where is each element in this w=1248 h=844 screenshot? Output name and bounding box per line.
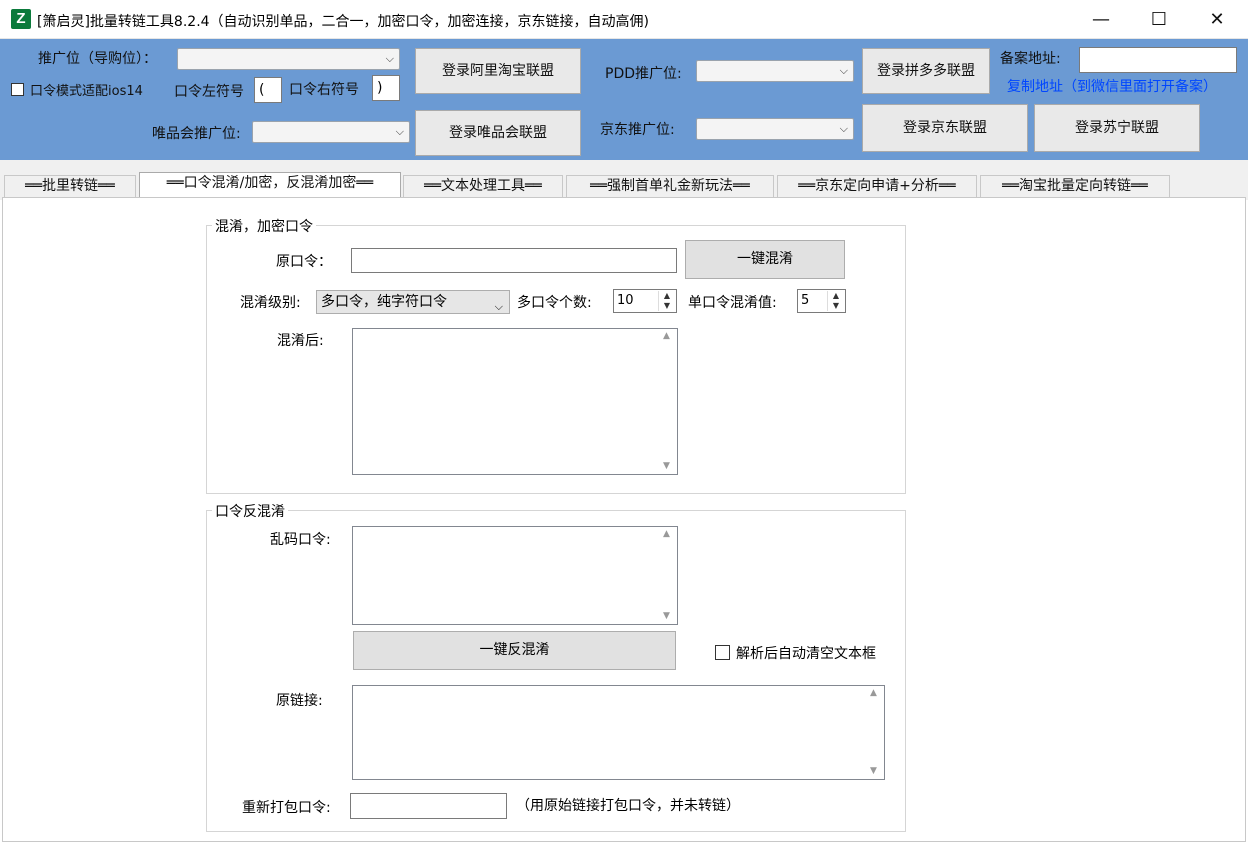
multi-count-label: 多口令个数: [517, 295, 592, 311]
original-link-scrollbar[interactable]: ▲ ▼ [867, 686, 884, 779]
single-value-value: 5 [801, 293, 810, 308]
login-vip-button[interactable]: 登录唯品会联盟 [415, 110, 581, 156]
window-title: [箫启灵]批量转链工具8.2.4（自动识别单品，二合一，加密口令，加密连接，京东… [37, 14, 650, 30]
pdd-slot-label: PDD推广位: [605, 66, 682, 82]
obfuscate-group-title: 混淆，加密口令 [212, 216, 316, 236]
repack-label: 重新打包口令: [242, 800, 331, 816]
app-icon: Z [11, 9, 31, 29]
vip-slot-label: 唯品会推广位: [152, 126, 241, 142]
title-bar: Z [箫启灵]批量转链工具8.2.4（自动识别单品，二合一，加密口令，加密连接，… [0, 0, 1248, 39]
right-symbol-label: 口令右符号 [289, 82, 359, 98]
tab-taobao-targeted[interactable]: ══淘宝批量定向转链══ [980, 175, 1170, 197]
promo-slot-dropdown[interactable]: ⌵ [177, 48, 400, 70]
chevron-down-icon: ⌵ [395, 125, 404, 138]
deobfuscate-button[interactable]: 一键反混淆 [353, 631, 676, 670]
beian-address-input[interactable] [1079, 47, 1237, 73]
ios-mode-checkbox[interactable] [11, 83, 24, 96]
tab-batch-convert[interactable]: ══批里转链══ [4, 175, 136, 197]
minimize-button[interactable]: — [1072, 0, 1130, 39]
single-value-stepper[interactable]: 5 ▲ ▼ [797, 289, 846, 313]
garbled-scrollbar[interactable]: ▲ ▼ [660, 527, 677, 624]
chevron-down-icon: ⌵ [385, 52, 394, 65]
result-scrollbar[interactable]: ▲ ▼ [660, 329, 677, 474]
chevron-down-icon: ⌵ [839, 64, 848, 77]
stepper-down-icon[interactable]: ▼ [828, 301, 844, 311]
auto-clear-checkbox[interactable] [715, 645, 730, 660]
garbled-token-label: 乱码口令: [270, 532, 331, 548]
multi-count-value: 10 [617, 293, 634, 308]
maximize-button[interactable]: ☐ [1130, 0, 1188, 39]
multi-count-stepper[interactable]: 10 ▲ ▼ [613, 289, 677, 313]
stepper-down-icon[interactable]: ▼ [659, 301, 675, 311]
tab-first-order-gift[interactable]: ══强制首单礼金新玩法══ [566, 175, 774, 197]
stepper-buttons[interactable]: ▲ ▼ [827, 291, 844, 311]
original-link-label: 原链接: [276, 693, 323, 709]
left-symbol-input[interactable]: ( [254, 77, 282, 103]
login-suning-button[interactable]: 登录苏宁联盟 [1034, 104, 1200, 152]
result-label: 混淆后: [277, 333, 324, 349]
original-token-input[interactable] [351, 248, 677, 273]
stepper-buttons[interactable]: ▲ ▼ [658, 291, 675, 311]
repack-input[interactable] [350, 793, 507, 819]
jd-slot-dropdown[interactable]: ⌵ [696, 118, 854, 140]
level-value: 多口令，纯字符口令 [321, 294, 447, 310]
garbled-token-textarea[interactable]: ▲ ▼ [352, 526, 678, 625]
left-symbol-label: 口令左符号 [174, 84, 244, 100]
beian-label: 备案地址: [1000, 51, 1061, 67]
tab-token-obfuscate[interactable]: ══口令混淆/加密，反混淆加密══ [139, 172, 401, 198]
pdd-slot-dropdown[interactable]: ⌵ [696, 60, 854, 82]
result-textarea[interactable]: ▲ ▼ [352, 328, 678, 475]
jd-slot-label: 京东推广位: [600, 122, 675, 138]
right-symbol-input[interactable]: ) [372, 75, 400, 101]
copy-address-link[interactable]: 复制地址（到微信里面打开备案） [1007, 76, 1217, 96]
auto-clear-label: 解析后自动清空文本框 [736, 646, 876, 662]
original-link-textarea[interactable]: ▲ ▼ [352, 685, 885, 780]
tab-jd-targeted[interactable]: ══京东定向申请+分析══ [777, 175, 977, 197]
repack-note: （用原始链接打包口令，并未转链） [516, 798, 740, 814]
login-taobao-button[interactable]: 登录阿里淘宝联盟 [415, 48, 581, 94]
chevron-down-icon: ⌵ [494, 300, 503, 313]
single-value-label: 单口令混淆值: [688, 295, 777, 311]
stepper-up-icon[interactable]: ▲ [659, 291, 675, 301]
level-dropdown[interactable]: 多口令，纯字符口令 ⌵ [316, 290, 510, 314]
close-button[interactable]: ✕ [1188, 0, 1246, 39]
obfuscate-button[interactable]: 一键混淆 [685, 240, 845, 279]
login-jd-button[interactable]: 登录京东联盟 [862, 104, 1028, 152]
deobfuscate-group-title: 口令反混淆 [212, 501, 288, 521]
chevron-down-icon: ⌵ [839, 122, 848, 135]
login-pdd-button[interactable]: 登录拼多多联盟 [862, 48, 990, 94]
level-label: 混淆级别: [240, 295, 301, 311]
stepper-up-icon[interactable]: ▲ [828, 291, 844, 301]
original-token-label: 原口令： [276, 254, 332, 270]
promo-slot-label: 推广位（导购位）： [38, 51, 157, 67]
tab-text-tools[interactable]: ══文本处理工具══ [403, 175, 563, 197]
ios-mode-label: 口令模式适配ios14 [30, 84, 143, 99]
vip-slot-dropdown[interactable]: ⌵ [252, 121, 410, 143]
